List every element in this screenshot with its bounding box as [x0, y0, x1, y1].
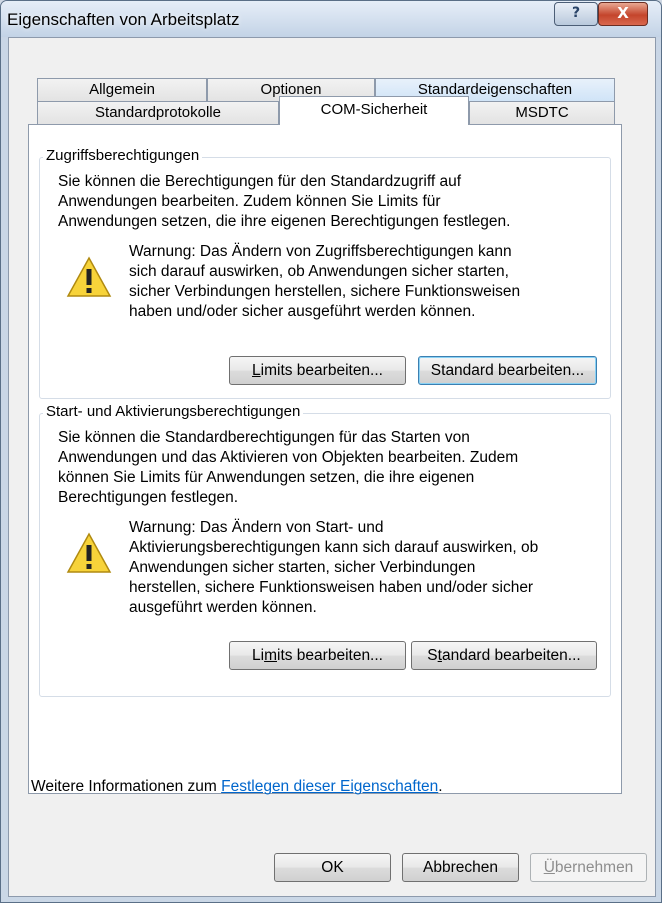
launch-limits-button[interactable]: Limits bearbeiten...	[229, 641, 406, 670]
tab-standardprotokolle[interactable]: Standardprotokolle	[37, 101, 279, 124]
tab-label: Allgemein	[89, 81, 155, 98]
access-warning-text: Warnung: Das Ändern von Zugriffsberechti…	[129, 243, 521, 320]
help-button[interactable]: ?	[554, 2, 598, 26]
button-label: Abbrechen	[423, 859, 498, 876]
title-bar[interactable]: Eigenschaften von Arbeitsplatz ? X	[1, 1, 661, 37]
launch-permissions-group: Start- und Aktivierungsberechtigungen Si…	[39, 403, 611, 697]
launch-default-button[interactable]: Standard bearbeiten...	[411, 641, 597, 670]
more-info-text: Weitere Informationen zum	[31, 778, 222, 795]
dialog-client-area: Allgemein Optionen Standardeigenschaften…	[8, 37, 656, 897]
label-part: its bearbeiten...	[277, 647, 383, 664]
launch-warning-text: Warnung: Das Ändern von Start- und Aktiv…	[129, 519, 539, 616]
label-part: andard bearbeiten...	[441, 647, 581, 664]
access-default-button[interactable]: Standard bearbeiten...	[418, 356, 597, 385]
label-part: S	[427, 647, 438, 664]
accelerator-key: m	[264, 647, 277, 664]
launch-description: Sie können die Standardberechtigungen fü…	[58, 429, 519, 506]
button-label: bernehmen	[554, 859, 634, 876]
apply-button[interactable]: Übernehmen	[530, 853, 647, 882]
more-info-line: Weitere Informationen zum Festlegen dies…	[31, 778, 443, 796]
tab-panel-com-security: Zugriffsberechtigungen Sie können die Be…	[28, 124, 622, 796]
tab-msdtc[interactable]: MSDTC	[469, 101, 615, 124]
button-label: Standard bearbeiten...	[430, 362, 585, 379]
cancel-button[interactable]: Abbrechen	[402, 853, 519, 882]
tab-label: COM-Sicherheit	[320, 101, 428, 118]
accelerator-key: L	[252, 362, 261, 379]
label-part: imits bearbeiten...	[260, 362, 383, 379]
access-limits-button[interactable]: Limits bearbeiten...	[229, 356, 406, 385]
close-icon: X	[617, 4, 629, 22]
access-description: Sie können die Berechtigungen für den St…	[58, 173, 511, 230]
tab-allgemein[interactable]: Allgemein	[37, 78, 207, 101]
tab-com-sicherheit[interactable]: COM-Sicherheit	[279, 96, 469, 125]
more-info-suffix: .	[438, 778, 443, 795]
properties-dialog: Eigenschaften von Arbeitsplatz ? X Allge…	[0, 0, 662, 903]
access-permissions-label: Zugriffsberechtigungen	[43, 147, 203, 164]
launch-permissions-label: Start- und Aktivierungsberechtigungen	[43, 403, 304, 420]
help-icon: ?	[571, 5, 581, 21]
window-title: Eigenschaften von Arbeitsplatz	[7, 10, 240, 29]
properties-help-link[interactable]: Festlegen dieser Eigenschaften	[221, 778, 438, 795]
close-button[interactable]: X	[598, 2, 648, 26]
warning-icon	[66, 532, 112, 573]
tab-label: Standardprotokolle	[95, 104, 221, 121]
accelerator-key: Ü	[543, 859, 555, 876]
label-part: Li	[252, 647, 265, 664]
tab-label: MSDTC	[515, 104, 569, 121]
ok-button[interactable]: OK	[274, 853, 391, 882]
warning-icon	[66, 256, 112, 297]
access-permissions-group: Zugriffsberechtigungen Sie können die Be…	[39, 147, 611, 399]
button-label: OK	[321, 859, 344, 876]
